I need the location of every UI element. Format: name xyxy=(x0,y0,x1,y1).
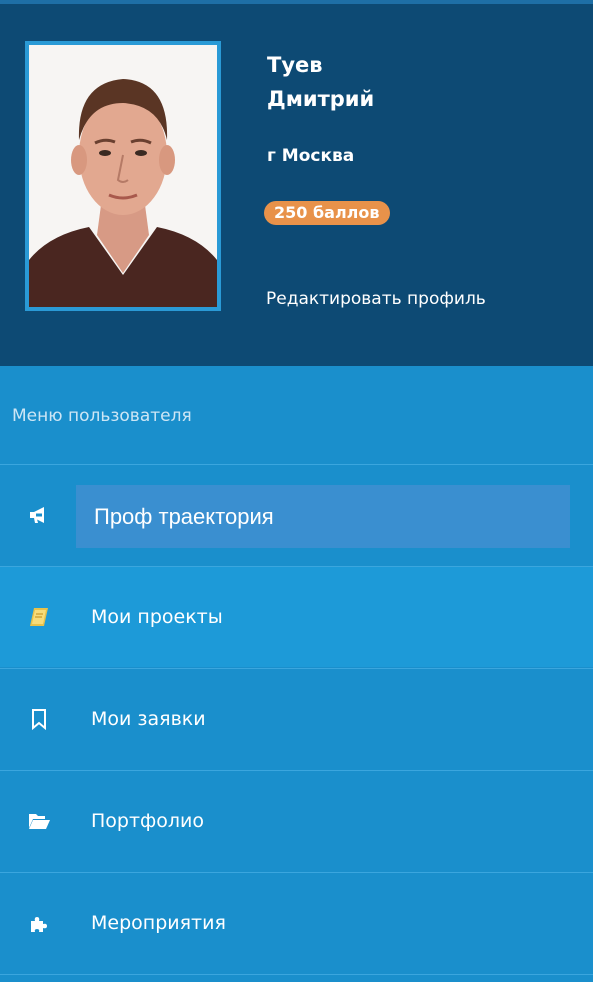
user-city: г Москва xyxy=(267,146,355,166)
megaphone-icon xyxy=(28,504,50,526)
edit-profile-link[interactable]: Редактировать профиль xyxy=(266,287,486,311)
menu-item-my-requests[interactable]: Мои заявки xyxy=(0,669,593,769)
menu-item-prof-trajectory[interactable]: Проф траектория xyxy=(0,465,593,565)
user-menu: Меню пользователя Проф траектория Мои пр… xyxy=(0,366,593,982)
menu-item-events[interactable]: Мероприятия xyxy=(0,873,593,973)
user-last-name: Туев xyxy=(267,53,323,77)
bookmark-icon xyxy=(28,708,50,731)
menu-item-label: Проф траектория xyxy=(94,504,274,529)
profile-header: Туев Дмитрий г Москва 250 баллов Редакти… xyxy=(0,4,593,366)
menu-item-label: Портфолио xyxy=(91,810,205,832)
menu-item-label: Мои заявки xyxy=(91,708,206,730)
user-photo xyxy=(29,45,217,307)
puzzle-icon xyxy=(28,912,50,934)
menu-item-label: Мероприятия xyxy=(91,912,226,934)
active-item-highlight: Проф траектория xyxy=(76,485,570,548)
menu-item-portfolio[interactable]: Портфолио xyxy=(0,771,593,871)
avatar xyxy=(25,41,221,311)
divider xyxy=(0,974,593,975)
menu-item-label: Мои проекты xyxy=(91,606,223,628)
points-badge: 250 баллов xyxy=(264,201,390,225)
menu-item-my-projects[interactable]: Мои проекты xyxy=(0,567,593,667)
book-icon xyxy=(28,606,50,628)
user-first-name: Дмитрий xyxy=(267,87,375,111)
user-name: Туев Дмитрий xyxy=(267,48,567,116)
menu-title: Меню пользователя xyxy=(12,406,192,426)
folder-open-icon xyxy=(28,810,50,832)
